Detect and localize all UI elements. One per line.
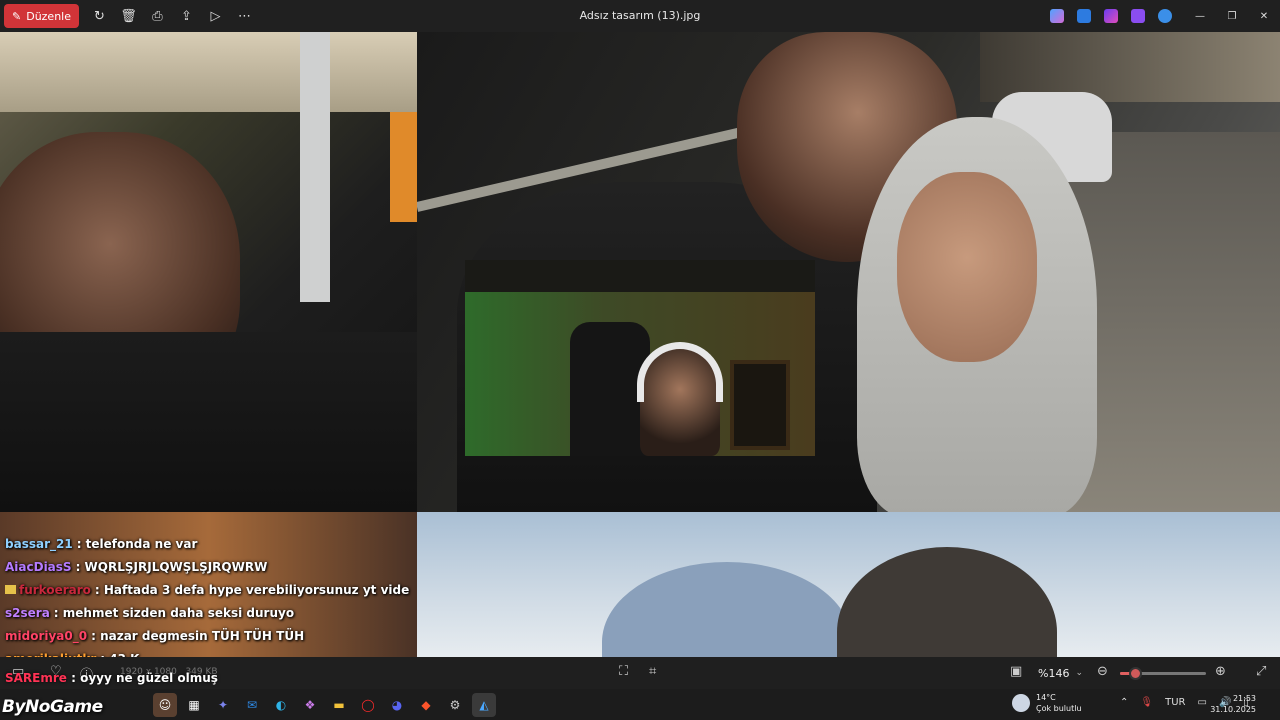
actual-size-icon[interactable]: ▣ — [1010, 664, 1022, 679]
close-icon[interactable]: ✕ — [1248, 0, 1280, 32]
zoom-dropdown[interactable]: %146 ⌄ — [1030, 663, 1090, 683]
more-icon[interactable]: ⋯ — [230, 0, 259, 32]
chat-row: s2sera: mehmet sizden daha seksi duruyo — [5, 602, 415, 625]
crop-icon[interactable]: ⌗ — [649, 664, 656, 679]
task-view-icon[interactable]: ▦ — [182, 693, 206, 717]
chat-overlay-message: SAREmre : oyyy ne güzel olmuş — [5, 671, 218, 685]
edit-button[interactable]: ✎ Düzenle — [4, 4, 79, 28]
chat-username: furkoeraro — [19, 583, 91, 597]
video-editor-icon[interactable] — [1131, 9, 1145, 23]
taskbar: ☺ ▦ ✦ ✉ ◐ ❖ ▬ ◯ ◕ ◆ ⚙ ◭ 14°C Çok bulutlu… — [0, 689, 1280, 720]
chat-row: bassar_21: telefonda ne var — [5, 533, 415, 556]
stream-chat: bassar_21: telefonda ne var AiacDiasS: WQ… — [5, 533, 415, 671]
steam-icon[interactable]: ⚙ — [443, 693, 467, 717]
delete-icon[interactable]: 🗑 — [114, 0, 143, 32]
share-icon[interactable]: ⇪ — [172, 0, 201, 32]
weather-desc: Çok bulutlu — [1036, 704, 1082, 713]
outlook-icon[interactable]: ✉ — [240, 693, 264, 717]
chat-username: SAREmre — [5, 671, 67, 685]
photo-left — [0, 32, 417, 512]
clock-time: 21:53 — [1232, 694, 1256, 703]
zoom-in-icon[interactable]: ⊕ — [1215, 664, 1226, 679]
chat-message-text: : WQRLŞJRJLQWŞLŞJRQWRW — [75, 560, 268, 574]
slideshow-icon[interactable]: ▷ — [201, 0, 230, 32]
file-explorer-icon[interactable]: ▬ — [327, 693, 351, 717]
zoom-out-icon[interactable]: ⊖ — [1097, 664, 1108, 679]
photos-taskbar-icon[interactable]: ◭ — [472, 693, 496, 717]
teams-icon[interactable]: ✦ — [211, 693, 235, 717]
restore-icon[interactable]: ❐ — [1216, 0, 1248, 32]
weather-temp: 14°C — [1036, 693, 1056, 702]
clipchamp-icon[interactable] — [1104, 9, 1118, 23]
fullscreen-icon[interactable]: ⤢ — [1256, 664, 1266, 679]
chevron-up-icon[interactable]: ⌃ — [1120, 697, 1128, 708]
chat-message-text: : telefonda ne var — [76, 537, 198, 551]
language-indicator[interactable]: TUR — [1165, 697, 1185, 708]
edit-icon: ✎ — [12, 9, 22, 23]
print-icon[interactable]: ⎙ — [143, 0, 172, 32]
fit-screen-icon[interactable]: ⛶ — [619, 664, 628, 679]
photo-bottom-right — [417, 512, 1280, 657]
chat-username: midoriya0_0 — [5, 629, 88, 643]
chat-username: s2sera — [5, 606, 50, 620]
chevron-down-icon: ⌄ — [1075, 668, 1083, 678]
chat-username: bassar_21 — [5, 537, 73, 551]
subscriber-badge-icon — [5, 585, 16, 594]
rotate-icon[interactable]: ↻ — [85, 0, 114, 32]
microphone-icon[interactable]: 🎙 — [1140, 697, 1153, 708]
minimize-icon[interactable]: — — [1184, 0, 1216, 32]
opera-icon[interactable]: ◯ — [356, 693, 380, 717]
copilot-icon[interactable] — [1050, 9, 1064, 23]
clock-date: 31.10.2025 — [1210, 705, 1256, 714]
chat-message-text: : Haftada 3 defa hype verebiliyorsunuz y… — [94, 583, 410, 597]
chat-row: furkoeraro: Haftada 3 defa hype verebili… — [5, 579, 415, 602]
chat-message-text: : mehmet sizden daha seksi duruyo — [53, 606, 295, 620]
edit-button-label: Düzenle — [26, 9, 71, 23]
brave-icon[interactable]: ◆ — [414, 693, 438, 717]
copilot-taskbar-icon[interactable]: ❖ — [298, 693, 322, 717]
photos-app-icon[interactable]: ☺ — [153, 693, 177, 717]
zoom-slider[interactable] — [1120, 667, 1206, 680]
chat-username: AiacDiasS — [5, 560, 72, 574]
onedrive-icon[interactable] — [1158, 9, 1172, 23]
chat-message-text: : nazar degmesin TÜH TÜH TÜH — [91, 629, 305, 643]
file-title: Adsız tasarım (13).jpg — [579, 9, 701, 22]
weather-widget[interactable]: 14°C Çok bulutlu — [1012, 692, 1082, 714]
edge-icon[interactable]: ◐ — [269, 693, 293, 717]
chat-message-text: : oyyy ne güzel olmuş — [71, 671, 218, 685]
zoom-slider-thumb[interactable] — [1129, 667, 1143, 680]
discord-icon[interactable]: ◕ — [385, 693, 409, 717]
cloud-icon — [1012, 694, 1030, 712]
title-bar: ✎ Düzenle ↻ 🗑 ⎙ ⇪ ▷ ⋯ Adsız tasarım (13)… — [0, 0, 1280, 32]
clock[interactable]: 21:53 31.10.2025 — [1210, 693, 1256, 715]
watermark: ByNoGame — [2, 697, 103, 717]
chat-row: midoriya0_0: nazar degmesin TÜH TÜH TÜH — [5, 625, 415, 648]
webcam-overlay — [465, 260, 815, 456]
designer-icon[interactable] — [1077, 9, 1091, 23]
chat-row: AiacDiasS: WQRLŞJRJLQWŞLŞJRQWRW — [5, 556, 415, 579]
network-icon[interactable]: ▭ — [1197, 697, 1206, 708]
